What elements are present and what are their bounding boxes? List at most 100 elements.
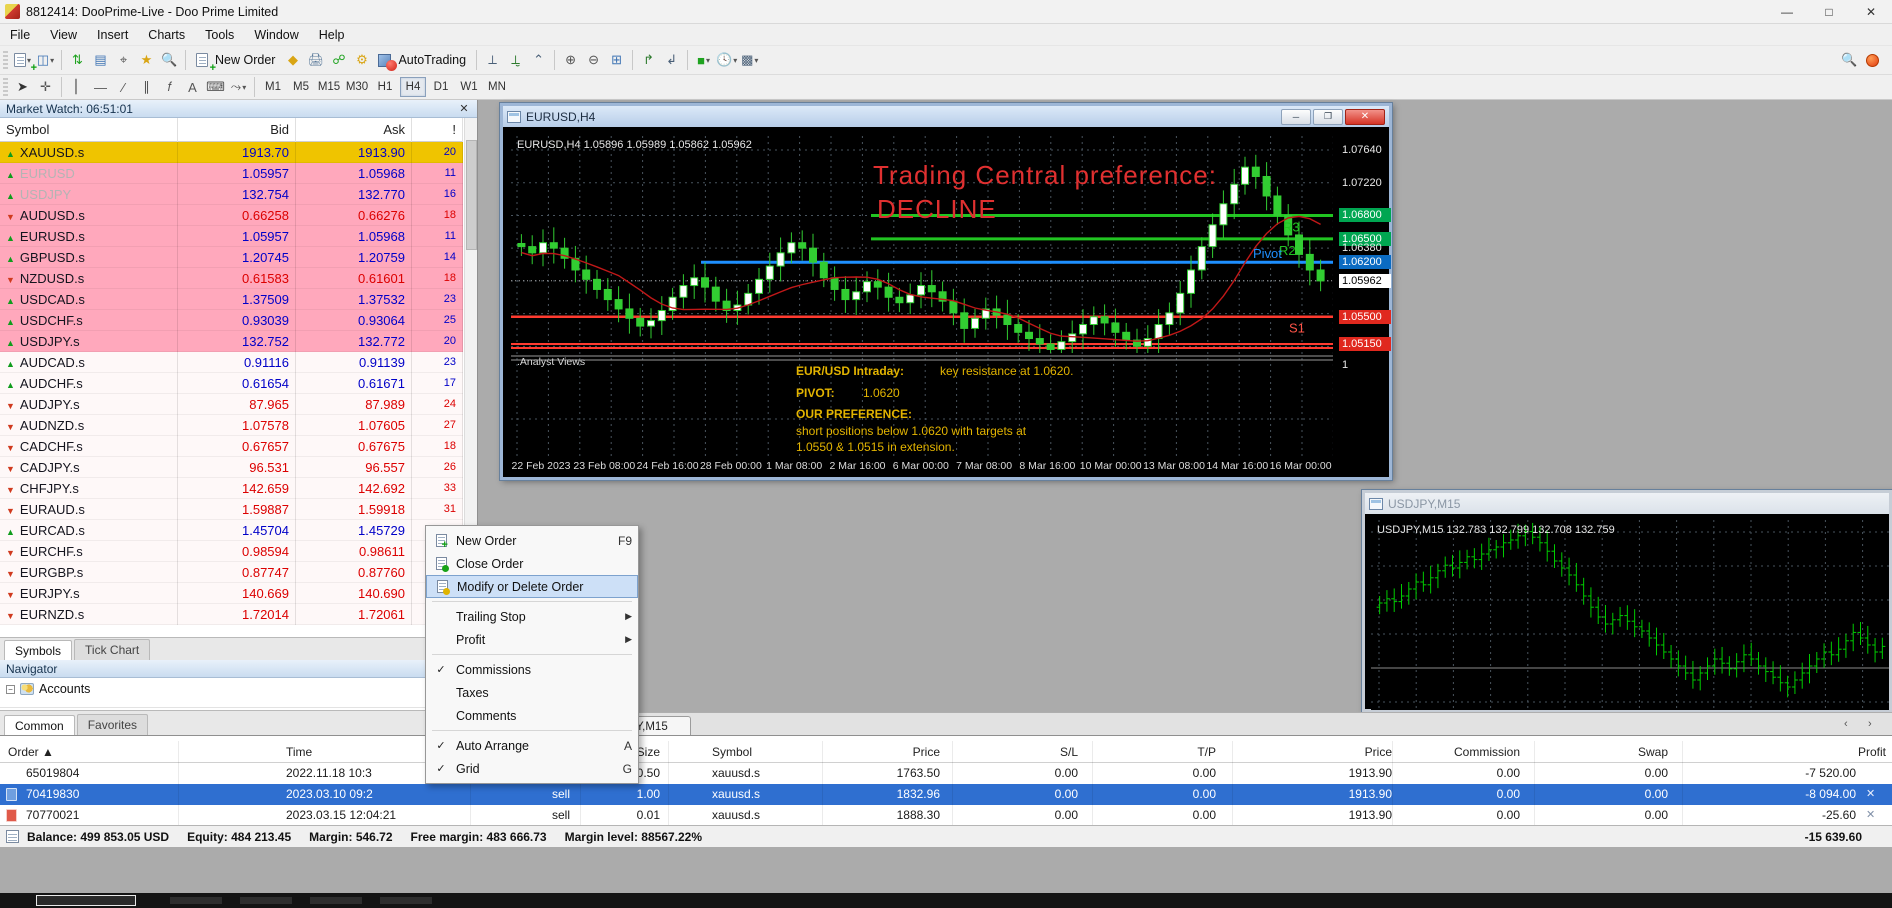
- tab-scroll-right-icon[interactable]: ›: [1868, 718, 1872, 730]
- orders-column-header-sl[interactable]: S/L: [978, 741, 1078, 763]
- tree-collapse-icon[interactable]: −: [6, 685, 15, 694]
- tab-common[interactable]: Common: [4, 715, 75, 735]
- metaeditor-button[interactable]: ◆: [281, 49, 304, 71]
- market-watch-row-cadchf.s[interactable]: ▼CADCHF.s0.676570.6767518: [0, 436, 463, 457]
- data-window-button[interactable]: ▤: [89, 49, 112, 71]
- order-row-65019804[interactable]: 650198042022.11.18 10:30.50xauusd.s1763.…: [0, 763, 1892, 784]
- context-menu-item-profit[interactable]: Profit▶: [426, 628, 638, 651]
- market-watch-row-usdchf.s[interactable]: ▲USDCHF.s0.930390.9306425: [0, 310, 463, 331]
- cursor-tool-button[interactable]: ➤: [11, 76, 34, 98]
- candlestick-chart-button[interactable]: ⟂̮: [504, 49, 527, 71]
- context-menu-item-auto-arrange[interactable]: ✓Auto ArrangeA: [426, 734, 638, 757]
- zoom-out-button[interactable]: ⊖: [582, 49, 605, 71]
- market-watch-row-eurusd[interactable]: ▲EURUSD1.059571.0596811: [0, 163, 463, 184]
- market-watch-row-eurgbp.s[interactable]: ▼EURGBP.s0.877470.87760: [0, 562, 463, 583]
- tab-symbols[interactable]: Symbols: [4, 640, 72, 660]
- line-chart-button[interactable]: ⌃: [527, 49, 550, 71]
- chart-close-button[interactable]: ✕: [1345, 109, 1385, 125]
- orders-column-header-price[interactable]: Price: [1292, 741, 1392, 763]
- context-menu-item-comments[interactable]: Comments: [426, 704, 638, 727]
- zoom-in-button[interactable]: ⊕: [559, 49, 582, 71]
- timeframe-button-m1[interactable]: M1: [260, 77, 286, 97]
- market-watch-row-audjpy.s[interactable]: ▼AUDJPY.s87.96587.98924: [0, 394, 463, 415]
- menu-item-insert[interactable]: Insert: [87, 26, 138, 44]
- menu-item-charts[interactable]: Charts: [138, 26, 195, 44]
- usdjpy-window-titlebar[interactable]: USDJPY,M15: [1365, 493, 1889, 514]
- navigator-toggle-button[interactable]: ⌖: [112, 49, 135, 71]
- tree-item-accounts[interactable]: − Accounts: [0, 678, 478, 700]
- new-chart-button[interactable]: +▾: [11, 49, 34, 71]
- order-row-70770021[interactable]: 707700212023.03.15 12:04:21sell0.01xauus…: [0, 805, 1892, 826]
- options-button[interactable]: ⚙: [350, 49, 373, 71]
- tab-tick-chart[interactable]: Tick Chart: [74, 639, 150, 660]
- crosshair-tool-button[interactable]: ✛: [34, 76, 57, 98]
- timeframe-button-w1[interactable]: W1: [456, 77, 482, 97]
- market-watch-row-audusd.s[interactable]: ▼AUDUSD.s0.662580.6627618: [0, 205, 463, 226]
- tile-windows-button[interactable]: ⊞: [605, 49, 628, 71]
- vertical-line-tool-button[interactable]: ⎢: [66, 76, 89, 98]
- market-watch-row-eurusd.s[interactable]: ▲EURUSD.s1.059571.0596811: [0, 226, 463, 247]
- eurusd-window-titlebar[interactable]: EURUSD,H4 ─ ❐ ✕: [503, 106, 1389, 127]
- market-watch-row-audchf.s[interactable]: ▲AUDCHF.s0.616540.6167117: [0, 373, 463, 394]
- autotrading-button[interactable]: AutoTrading: [398, 53, 466, 67]
- timeframe-button-m30[interactable]: M30: [344, 77, 370, 97]
- market-watch-row-euraud.s[interactable]: ▼EURAUD.s1.598871.5991831: [0, 499, 463, 520]
- market-watch-row-chfjpy.s[interactable]: ▼CHFJPY.s142.659142.69233: [0, 478, 463, 499]
- profiles-button[interactable]: ◫▾: [34, 49, 57, 71]
- market-watch-row-usdjpy.s[interactable]: ▲USDJPY.s132.752132.77220: [0, 331, 463, 352]
- context-menu-item-trailing-stop[interactable]: Trailing Stop▶: [426, 605, 638, 628]
- close-button[interactable]: ✕: [1850, 0, 1892, 24]
- horizontal-line-tool-button[interactable]: ―: [89, 76, 112, 98]
- periods-button[interactable]: 🕓▾: [715, 49, 738, 71]
- market-watch-row-audnzd.s[interactable]: ▼AUDNZD.s1.075781.0760527: [0, 415, 463, 436]
- timeframe-button-m15[interactable]: M15: [316, 77, 342, 97]
- signal-button[interactable]: ☍: [327, 49, 350, 71]
- templates-button[interactable]: ▩▾: [738, 49, 761, 71]
- market-watch-row-eurchf.s[interactable]: ▼EURCHF.s0.985940.98611: [0, 541, 463, 562]
- context-menu-item-modify-or-delete-order[interactable]: Modify or Delete Order: [426, 575, 638, 598]
- search-icon[interactable]: 🔍: [1838, 49, 1861, 71]
- timeframe-button-m5[interactable]: M5: [288, 77, 314, 97]
- orders-column-header-tp[interactable]: T/P: [1116, 741, 1216, 763]
- print-button[interactable]: 🖨: [304, 49, 327, 71]
- new-order-button[interactable]: New Order: [215, 53, 275, 67]
- indicators-button[interactable]: ■▾: [692, 49, 715, 71]
- tab-scroll-left-icon[interactable]: ‹: [1844, 718, 1848, 730]
- bottom-strip-button[interactable]: [36, 895, 136, 906]
- fibonacci-tool-button[interactable]: 𝑓: [158, 76, 181, 98]
- context-menu-item-grid[interactable]: ✓GridG: [426, 757, 638, 780]
- market-watch-row-usdjpy[interactable]: ▲USDJPY132.754132.77016: [0, 184, 463, 205]
- timeframe-button-mn[interactable]: MN: [484, 77, 510, 97]
- context-menu-item-close-order[interactable]: Close Order: [426, 552, 638, 575]
- scrollbar-thumb[interactable]: [466, 140, 477, 250]
- market-watch-row-cadjpy.s[interactable]: ▼CADJPY.s96.53196.55726: [0, 457, 463, 478]
- context-menu-item-commissions[interactable]: ✓Commissions: [426, 658, 638, 681]
- orders-column-header-profit[interactable]: Profit: [1786, 741, 1886, 763]
- context-menu-item-taxes[interactable]: Taxes: [426, 681, 638, 704]
- orders-column-header-time[interactable]: Time: [286, 741, 446, 763]
- terminal-toggle-button[interactable]: 🔍: [158, 49, 181, 71]
- context-menu-item-new-order[interactable]: +New OrderF9: [426, 529, 638, 552]
- market-watch-row-xauusd.s[interactable]: ▲XAUUSD.s1913.701913.9020: [0, 142, 463, 163]
- column-header-symbol[interactable]: Symbol: [0, 118, 178, 142]
- orders-column-header-commission[interactable]: Commission: [1420, 741, 1520, 763]
- bar-chart-button[interactable]: ⟂: [481, 49, 504, 71]
- menu-item-file[interactable]: File: [0, 26, 40, 44]
- usdjpy-chart-canvas[interactable]: [1371, 520, 1889, 710]
- timeframe-button-h1[interactable]: H1: [372, 77, 398, 97]
- close-order-icon[interactable]: ✕: [1866, 784, 1875, 805]
- market-watch-toggle-button[interactable]: ⇅: [66, 49, 89, 71]
- tab-favorites[interactable]: Favorites: [77, 714, 148, 735]
- market-watch-row-gbpusd.s[interactable]: ▲GBPUSD.s1.207451.2075914: [0, 247, 463, 268]
- market-watch-row-usdcad.s[interactable]: ▲USDCAD.s1.375091.3753223: [0, 289, 463, 310]
- arrows-tool-button[interactable]: ⤳▾: [227, 76, 250, 98]
- strategy-tester-button[interactable]: ★: [135, 49, 158, 71]
- auto-scroll-button[interactable]: ↱: [637, 49, 660, 71]
- orders-column-header-symbol[interactable]: Symbol: [712, 741, 812, 763]
- orders-column-header-order[interactable]: Order ▲: [8, 741, 88, 763]
- column-header-ask[interactable]: Ask: [296, 118, 412, 142]
- new-order-icon[interactable]: +: [190, 49, 213, 71]
- text-label-tool-button[interactable]: ⌨: [204, 76, 227, 98]
- market-watch-row-eurcad.s[interactable]: ▲EURCAD.s1.457041.45729: [0, 520, 463, 541]
- orders-column-header-price[interactable]: Price: [840, 741, 940, 763]
